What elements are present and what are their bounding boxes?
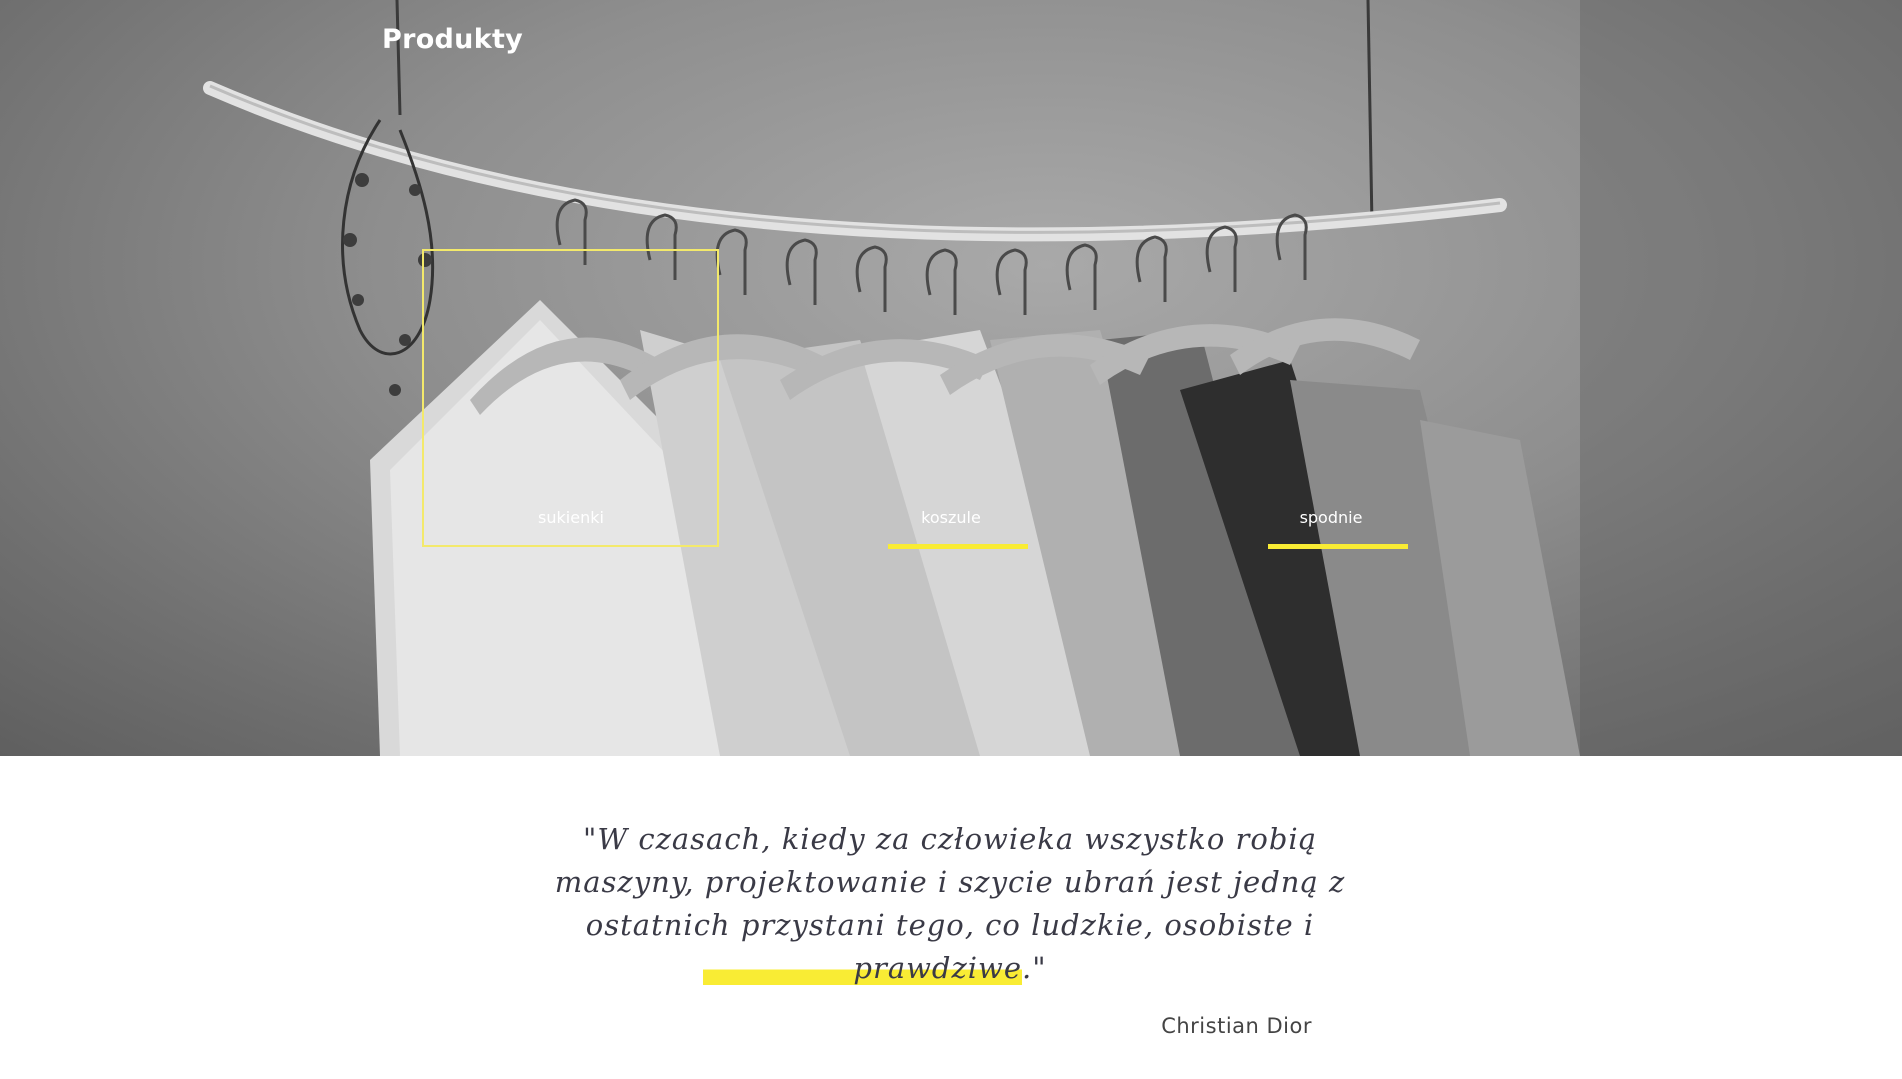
category-box-sukienki[interactable] xyxy=(422,249,719,547)
quote-end: ." xyxy=(1022,951,1047,985)
quote-line: ostatnich przystani tego, co ludzkie, os… xyxy=(585,908,1315,942)
quote-block: "W czasach, kiedy za człowieka wszystko … xyxy=(540,818,1360,990)
category-link-koszule[interactable]: koszule xyxy=(871,508,1031,527)
quote-author: Christian Dior xyxy=(1161,1014,1312,1038)
quote-line: maszyny, projektowanie i szycie ubrań je… xyxy=(554,865,1346,899)
hero-banner: Produkty sukienki koszule spodnie xyxy=(0,0,1902,756)
clothes-rack-photo xyxy=(203,0,1902,756)
category-underline-spodnie xyxy=(1268,544,1408,549)
category-link-spodnie[interactable]: spodnie xyxy=(1251,508,1411,527)
quote-line-last: prawdziwe." xyxy=(540,947,1360,990)
quote-line: "W czasach, kiedy za człowieka wszystko … xyxy=(583,822,1317,856)
category-underline-koszule xyxy=(888,544,1028,549)
category-link-sukienki[interactable]: sukienki xyxy=(491,508,651,527)
quote-highlight: prawdziwe xyxy=(703,951,1023,985)
page-title: Produkty xyxy=(382,24,524,55)
